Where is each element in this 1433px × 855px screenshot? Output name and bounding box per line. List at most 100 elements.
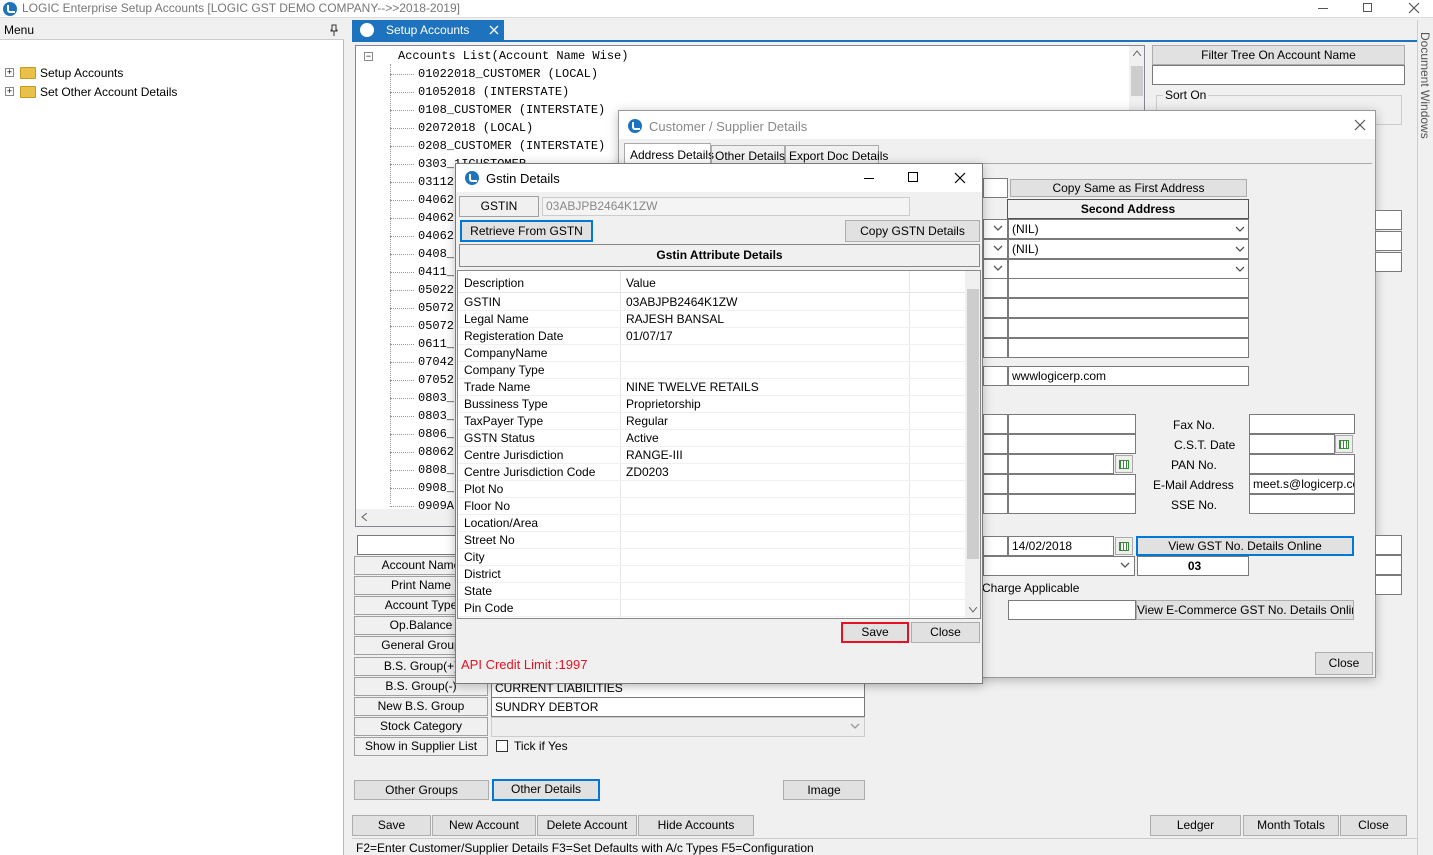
show-supplier-checkbox[interactable] <box>496 740 508 752</box>
gstin-input[interactable]: 03ABJPB2464K1ZW <box>542 197 910 216</box>
calendar-icon[interactable] <box>1115 537 1133 555</box>
cst-date-field[interactable] <box>1249 434 1335 454</box>
first-field-7[interactable] <box>983 338 1008 358</box>
gst-date-field[interactable]: 14/02/2018 <box>1008 536 1114 556</box>
tree-item[interactable]: 0803_ <box>418 391 454 405</box>
tab-export-doc-details[interactable]: Export Doc Details <box>785 145 888 164</box>
stock-category-select[interactable] <box>491 717 865 737</box>
search-field[interactable] <box>357 535 462 555</box>
table-row[interactable]: Location/Area <box>458 515 965 532</box>
scroll-up-icon[interactable] <box>1133 50 1141 56</box>
gstin-save-button[interactable]: Save <box>841 622 909 643</box>
pin-icon[interactable] <box>330 24 338 36</box>
table-row[interactable]: State <box>458 583 965 600</box>
table-row[interactable]: Pin Code <box>458 600 965 617</box>
image-button[interactable]: Image <box>783 780 865 800</box>
tree-item[interactable]: 0108_CUSTOMER (INTERSTATE) <box>418 103 605 117</box>
outer-field-6[interactable] <box>1375 575 1402 595</box>
sse-field[interactable] <box>1249 494 1355 514</box>
scroll-thumb[interactable] <box>967 289 979 559</box>
tab-close-icon[interactable] <box>489 25 499 35</box>
app-close-icon[interactable] <box>1408 2 1420 14</box>
expand-icon[interactable]: + <box>5 87 14 96</box>
table-row[interactable]: Legal Name RAJESH BANSAL <box>458 311 965 328</box>
outer-field-5[interactable] <box>1375 555 1402 575</box>
tree-item[interactable]: 02072018 (LOCAL) <box>418 121 533 135</box>
ecommerce-field[interactable] <box>1008 600 1136 620</box>
expand-icon[interactable]: + <box>5 68 14 77</box>
contact-field[interactable] <box>1008 474 1136 494</box>
second-field-7[interactable] <box>1008 338 1249 358</box>
email-field[interactable]: meet.s@logicerp.com <box>1249 474 1355 494</box>
table-row[interactable]: CompanyName <box>458 345 965 362</box>
pan-field[interactable] <box>1249 454 1355 474</box>
tree-item[interactable]: 0611_ <box>418 337 454 351</box>
gstin-close-button[interactable]: Close <box>911 622 980 643</box>
second-field-6[interactable] <box>1008 318 1249 338</box>
filter-input[interactable] <box>1152 65 1405 85</box>
calendar-icon[interactable] <box>1115 455 1133 473</box>
tree-item[interactable]: 05072 <box>418 319 454 333</box>
restore-icon[interactable] <box>1363 3 1372 12</box>
tree-item[interactable]: 03112 <box>418 175 454 189</box>
gst-date-field-left[interactable] <box>983 536 1008 556</box>
new-account-button[interactable]: New Account <box>432 815 536 836</box>
website-field-left[interactable] <box>983 366 1008 386</box>
menu-item-set-other-account-details[interactable]: + Set Other Account Details <box>5 84 305 100</box>
first-select-3[interactable] <box>983 259 1008 279</box>
hide-accounts-button[interactable]: Hide Accounts <box>638 815 754 836</box>
filter-tree-button[interactable]: Filter Tree On Account Name <box>1152 45 1405 65</box>
table-row[interactable]: Floor No <box>458 498 965 515</box>
tree-item[interactable]: 0803_ <box>418 409 454 423</box>
minimize-icon[interactable] <box>864 178 874 179</box>
fax-field[interactable] <box>1249 414 1355 434</box>
scroll-thumb[interactable] <box>1131 66 1143 96</box>
tree-item[interactable]: 04062 <box>418 211 454 225</box>
table-row[interactable]: Plot No <box>458 481 965 498</box>
save-button[interactable]: Save <box>352 815 431 836</box>
table-row[interactable]: Bussiness Type Proprietorship <box>458 396 965 413</box>
calendar-icon[interactable] <box>1335 435 1353 453</box>
tree-item[interactable]: 07042 <box>418 355 454 369</box>
first-select-1[interactable] <box>983 219 1008 239</box>
delete-account-button[interactable]: Delete Account <box>537 815 637 836</box>
first-field-6[interactable] <box>983 318 1008 338</box>
table-row[interactable]: GSTIN 03ABJPB2464K1ZW <box>458 294 965 311</box>
mobile-field-left[interactable] <box>983 434 1008 454</box>
tree-item[interactable]: 0806_ <box>418 427 454 441</box>
website-field[interactable]: wwwlogicerp.com <box>1008 366 1249 386</box>
menu-item-setup-accounts[interactable]: + Setup Accounts <box>5 65 305 81</box>
maximize-icon[interactable] <box>908 172 918 182</box>
gst-type-select[interactable] <box>983 556 1135 576</box>
state-code-field[interactable]: 03 <box>1137 556 1249 576</box>
mobile-field[interactable] <box>1008 434 1136 454</box>
second-field-4[interactable] <box>1008 278 1249 298</box>
table-row[interactable]: Centre Jurisdiction RANGE-III <box>458 447 965 464</box>
second-select-1[interactable]: (NIL) <box>1008 219 1249 239</box>
collapse-icon[interactable]: − <box>364 52 373 61</box>
tree-item[interactable]: 0808_ <box>418 463 454 477</box>
sse-field-left[interactable] <box>983 494 1008 514</box>
table-row[interactable]: TaxPayer Type Regular <box>458 413 965 430</box>
first-select-2[interactable] <box>983 239 1008 259</box>
view-gst-online-button[interactable]: View GST No. Details Online <box>1136 536 1354 556</box>
date-field-2[interactable] <box>1008 454 1114 474</box>
phone-field-left[interactable] <box>983 414 1008 434</box>
second-select-3[interactable] <box>1008 259 1249 279</box>
view-ecommerce-gst-button[interactable]: View E-Commerce GST No. Details Online <box>1136 600 1354 620</box>
tree-item[interactable]: 01022018_CUSTOMER (LOCAL) <box>418 67 598 81</box>
document-windows-panel[interactable]: Document Windows <box>1417 20 1433 855</box>
gstin-attribute-grid[interactable]: Description Value GSTIN 03ABJPB2464K1ZW Le… <box>457 270 981 619</box>
tree-item[interactable]: 04062 <box>418 193 454 207</box>
close-button[interactable]: Close <box>1340 815 1407 836</box>
tab-setup-accounts[interactable]: Setup Accounts <box>352 20 504 40</box>
table-row[interactable]: Street No <box>458 532 965 549</box>
tree-item[interactable]: 07052 <box>418 373 454 387</box>
grid-vscrollbar[interactable] <box>965 271 980 618</box>
first-field-4[interactable] <box>983 278 1008 298</box>
outer-field-4[interactable] <box>1375 535 1402 555</box>
other-details-button[interactable]: Other Details <box>492 779 600 801</box>
table-row[interactable]: Trade Name NINE TWELVE RETAILS <box>458 379 965 396</box>
tree-item[interactable]: 08062 <box>418 445 454 459</box>
tree-item[interactable]: 0208_CUSTOMER (INTERSTATE) <box>418 139 605 153</box>
